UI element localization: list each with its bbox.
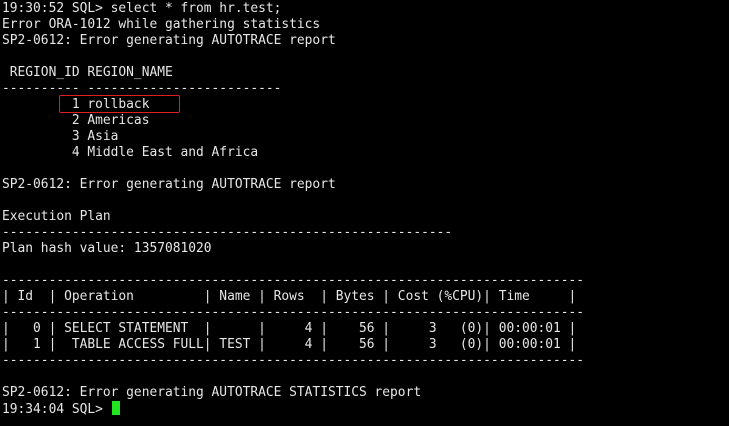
plan-table-header: | Id | Operation | Name | Rows | Bytes |…: [2, 289, 577, 304]
result-header: REGION_ID REGION_NAME: [2, 65, 173, 80]
plan-table-border-mid: ----------------------------------------…: [2, 305, 585, 320]
terminal-line-error-ora: Error ORA-1012 while gathering statistic…: [2, 17, 321, 32]
plan-table-row-0: | 0 | SELECT STATEMENT | | 4 | 56 | 3 (0…: [2, 321, 577, 336]
sql-prompt-line[interactable]: 19:34:04 SQL>: [2, 401, 727, 417]
sql-prompt: 19:34:04 SQL>: [2, 402, 111, 417]
terminal-line-error-sp2: SP2-0612: Error generating AUTOTRACE rep…: [2, 33, 336, 48]
terminal-line-error-statistics: SP2-0612: Error generating AUTOTRACE STA…: [2, 385, 422, 400]
execution-plan-title: Execution Plan: [2, 209, 111, 224]
plan-hash-value: Plan hash value: 1357081020: [2, 241, 212, 256]
terminal-cursor: [111, 401, 120, 415]
plan-table-row-1: | 1 | TABLE ACCESS FULL| TEST | 4 | 56 |…: [2, 337, 577, 352]
plan-table-border-bottom: ----------------------------------------…: [2, 353, 585, 368]
terminal-line-error-sp2: SP2-0612: Error generating AUTOTRACE rep…: [2, 177, 336, 192]
terminal-line-command: 19:30:52 SQL> select * from hr.test;: [2, 1, 282, 16]
result-header-underline: ---------- -------------------------: [2, 81, 282, 96]
result-row-3: 3 Asia: [2, 129, 119, 144]
execution-plan-underline: ----------------------------------------…: [2, 225, 453, 240]
plan-table-border-top: ----------------------------------------…: [2, 273, 585, 288]
result-row-2: 2 Americas: [2, 113, 150, 128]
terminal-window[interactable]: 19:30:52 SQL> select * from hr.test; Err…: [2, 1, 727, 425]
result-row-4: 4 Middle East and Africa: [2, 145, 259, 160]
result-row-1: 1 rollback: [2, 97, 150, 112]
